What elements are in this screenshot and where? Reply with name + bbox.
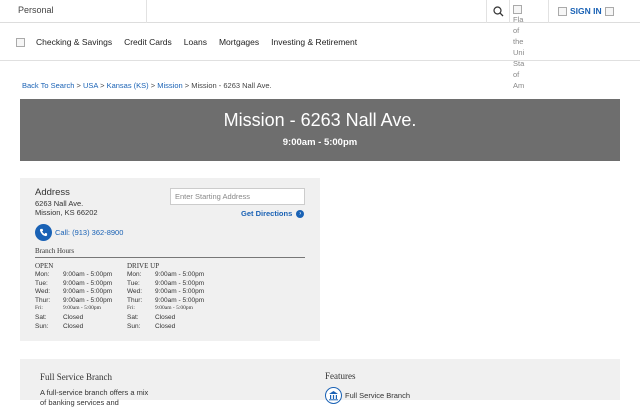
nav-item-loans[interactable]: Loans	[184, 37, 207, 47]
nav-item-checking-savings[interactable]: Checking & Savings	[36, 37, 112, 47]
hours-day: Tue:	[35, 279, 48, 287]
breadcrumb-usa[interactable]: USA	[83, 81, 98, 90]
hours-day: Sun:	[35, 322, 49, 330]
hours-time: 9:00am - 5:00pm	[155, 288, 205, 296]
flag-alt-text-line: of	[513, 70, 520, 79]
branch-banner: Mission - 6263 Nall Ave. 9:00am - 5:00pm	[20, 99, 620, 161]
hours-time: Closed	[63, 314, 84, 321]
phone-icon	[35, 224, 52, 241]
top-bar: Personal Fla of the Uni Sta of Am SIGN IN	[0, 0, 640, 90]
breadcrumb-separator: >	[100, 81, 105, 90]
hours-day: Sat:	[35, 314, 47, 321]
hours-time: Closed	[155, 322, 176, 330]
hours-day: Tue:	[127, 279, 140, 287]
hours-time: 9:00am - 5:00pm	[63, 288, 113, 296]
hours-time: 9:00am - 5:00pm	[155, 279, 205, 287]
starting-address-input[interactable]	[170, 188, 305, 205]
hours-time: Closed	[63, 322, 84, 330]
call-link[interactable]: Call: (913) 362-8900	[35, 224, 123, 241]
hours-time: 9:00am - 5:00pm	[155, 296, 205, 304]
service-description-cont: of banking services and	[40, 398, 119, 407]
nav-item-credit-cards[interactable]: Credit Cards	[124, 37, 172, 47]
hours-day: Sun:	[127, 322, 141, 330]
hours-time: 9:00am - 5:00pm	[63, 271, 113, 278]
hours-time: 9:00am - 5:00pm	[155, 271, 205, 278]
breadcrumb-separator: >	[184, 81, 190, 90]
breadcrumb-back-to-search[interactable]: Back To Search	[22, 81, 74, 90]
service-type-title: Full Service Branch	[40, 372, 112, 382]
address-city: Mission, KS 66202	[35, 208, 98, 217]
broken-image-icon	[558, 6, 567, 16]
logo-broken-image-icon[interactable]	[16, 38, 25, 47]
call-label: Call: (913) 362-8900	[55, 228, 124, 237]
breadcrumb-mission[interactable]: Mission	[157, 81, 182, 90]
divider	[35, 257, 305, 258]
hours-day: Fri:	[35, 305, 43, 312]
hours-time: 9:00am - 5:00pm	[63, 305, 101, 312]
branch-hours-label: Branch Hours	[35, 247, 75, 255]
broken-image-icon	[513, 4, 522, 14]
hours-day: Sat:	[127, 314, 139, 321]
hours-time: Closed	[155, 314, 176, 321]
main-nav: Checking & Savings Credit Cards Loans Mo…	[0, 24, 640, 61]
search-icon	[493, 6, 504, 17]
sign-in-link[interactable]: SIGN IN	[558, 6, 614, 16]
service-description: A full-service branch offers a mix	[40, 388, 149, 397]
get-directions-label: Get Directions	[241, 209, 293, 218]
search-button[interactable]	[486, 0, 510, 23]
features-heading: Features	[325, 371, 356, 381]
branch-info-card: Address 6263 Nall Ave. Mission, KS 66202…	[20, 178, 320, 341]
breadcrumb-kansas[interactable]: Kansas (KS)	[107, 81, 149, 90]
branch-services-section: Full Service Branch A full-service branc…	[20, 359, 620, 407]
address-street: 6263 Nall Ave.	[35, 199, 84, 208]
hours-day: Wed:	[35, 288, 51, 296]
nav-items: Checking & Savings Credit Cards Loans Mo…	[36, 37, 357, 47]
hours-time: 9:00am - 5:00pm	[63, 279, 113, 287]
breadcrumb: Back To Search > USA > Kansas (KS) > Mis…	[22, 81, 272, 90]
chevron-right-icon: ›	[296, 209, 305, 218]
hours-time: 9:00am - 5:00pm	[63, 296, 113, 304]
hours-day: Thur:	[35, 296, 51, 304]
drive-up-hours-heading: DRIVE UP	[127, 262, 160, 270]
hours-day: Wed:	[127, 288, 143, 296]
open-hours-heading: OPEN	[35, 262, 54, 270]
search-input[interactable]	[146, 0, 486, 23]
get-directions-link[interactable]: Get Directions ›	[241, 209, 305, 218]
hours-day: Fri:	[127, 305, 135, 312]
sign-in-label: SIGN IN	[570, 6, 602, 16]
page-title: Mission - 6263 Nall Ave.	[223, 110, 417, 130]
breadcrumb-current: Mission - 6263 Nall Ave.	[191, 81, 272, 90]
divider	[548, 0, 549, 23]
hours-day: Mon:	[127, 271, 142, 278]
hours-time: 9:00am - 5:00pm	[155, 305, 193, 312]
breadcrumb-separator: >	[76, 81, 81, 90]
broken-image-icon	[604, 6, 614, 16]
bank-building-icon	[325, 387, 342, 404]
feature-item: Full Service Branch	[345, 391, 411, 400]
breadcrumb-separator: >	[150, 81, 156, 90]
banner-hours: 9:00am - 5:00pm	[282, 137, 358, 148]
hours-day: Thur:	[127, 296, 143, 304]
hours-day: Mon:	[35, 271, 50, 278]
address-heading: Address	[35, 187, 70, 198]
nav-item-mortgages[interactable]: Mortgages	[219, 37, 259, 47]
flag-alt-text-line: Am	[513, 81, 525, 90]
nav-item-investing-retirement[interactable]: Investing & Retirement	[271, 37, 357, 47]
personal-link[interactable]: Personal	[18, 5, 54, 15]
